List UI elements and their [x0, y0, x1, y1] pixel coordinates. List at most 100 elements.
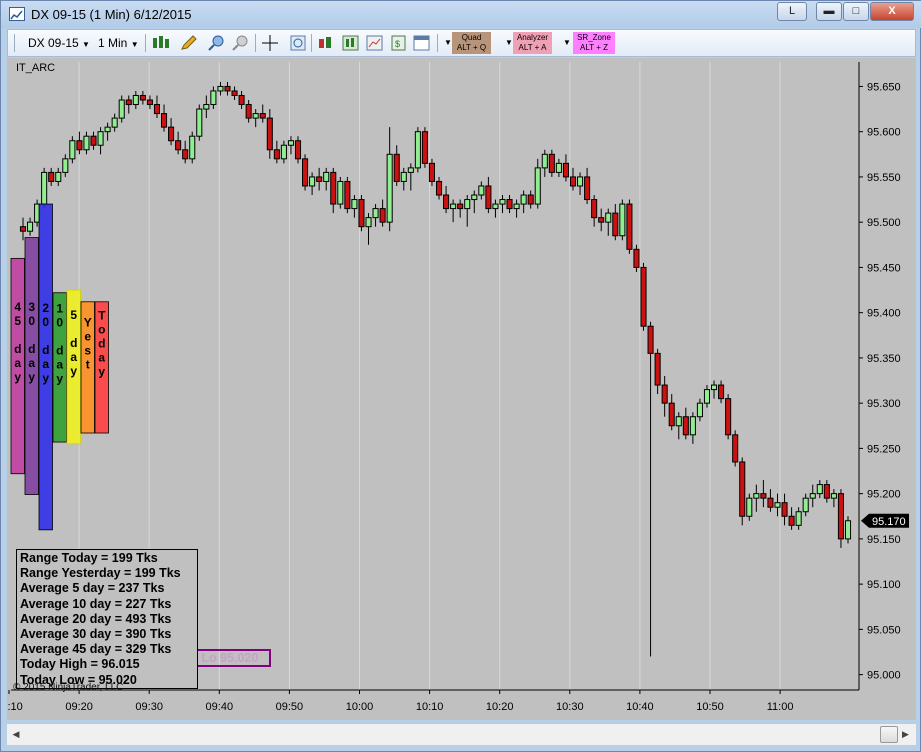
- range-bar-label: a: [28, 356, 35, 370]
- candle-body: [591, 199, 598, 219]
- candle-body: [302, 158, 309, 187]
- candle-body: [464, 199, 471, 210]
- candle: [337, 176, 344, 209]
- range-bar-label: Y: [84, 315, 92, 329]
- stat-average-10-day: Average 10 day = 227 Tks: [20, 596, 172, 611]
- candle: [626, 199, 633, 254]
- candle-body: [407, 167, 414, 173]
- sr-zone-key: ALT + Z: [580, 43, 608, 52]
- chart-panel[interactable]: 09:10 09:20 09:30 09:40 09:50 10:00 10:10 10:20…: [7, 58, 916, 720]
- candle-body: [506, 199, 513, 210]
- y-tick-label: 95.350: [867, 353, 901, 365]
- minimize-button[interactable]: ▬: [816, 2, 842, 21]
- y-tick-label: 95.150: [867, 534, 901, 546]
- scrollbar-thumb[interactable]: [880, 726, 898, 743]
- close-button[interactable]: X: [870, 2, 914, 21]
- candle-body: [788, 515, 795, 526]
- instrument-selector[interactable]: DX 09-15 ▼: [28, 33, 98, 53]
- maximize-button[interactable]: □: [843, 2, 869, 21]
- range-bar: Yest: [80, 301, 95, 434]
- range-bar-label: 1: [56, 301, 63, 315]
- candle: [344, 176, 351, 214]
- candle: [421, 127, 428, 168]
- y-tick-label: 95.250: [867, 443, 901, 455]
- candle-body: [802, 497, 809, 513]
- crosshair-icon[interactable]: [262, 35, 278, 51]
- candle-body: [485, 185, 492, 210]
- scroll-right-icon[interactable]: ▶: [902, 727, 914, 741]
- range-bar-label: a: [70, 350, 77, 364]
- candle-body: [795, 511, 802, 526]
- title-bar[interactable]: DX 09-15 (1 Min) 6/12/2015 L ▬ □ X: [1, 1, 921, 28]
- toolbar-separator: [437, 34, 438, 52]
- y-tick-label: 95.300: [867, 398, 901, 410]
- scroll-left-icon[interactable]: ◀: [9, 727, 23, 741]
- candle: [41, 167, 48, 209]
- candle-body: [421, 131, 428, 164]
- zoom-out-icon[interactable]: [232, 35, 248, 51]
- candle-body: [111, 117, 118, 128]
- y-tick-label: 95.100: [867, 579, 901, 591]
- candle-body: [76, 140, 83, 151]
- range-stats-box: Range Today = 199 Tks Range Yesterday = …: [16, 549, 198, 689]
- candle-body: [457, 203, 464, 210]
- candle-body: [450, 203, 457, 210]
- candle-body: [760, 493, 767, 499]
- candle: [414, 127, 421, 173]
- indicators-icon[interactable]: [318, 35, 334, 51]
- candle-body: [443, 194, 450, 210]
- chevron-down-icon[interactable]: ▼: [563, 33, 573, 53]
- sr-zone-hotkey-button[interactable]: SR_Zone ALT + Z: [573, 32, 615, 54]
- candle-body: [393, 153, 400, 182]
- candle-body: [344, 180, 351, 210]
- candle-body: [435, 180, 443, 196]
- candle-body: [294, 140, 302, 160]
- horizontal-scrollbar[interactable]: ◀ ▶: [7, 723, 916, 745]
- interval-selector[interactable]: 1 Min ▼: [98, 33, 148, 53]
- candle-body: [562, 162, 569, 178]
- candle-body: [732, 434, 739, 463]
- candle-body: [541, 153, 548, 169]
- candle-body: [365, 217, 372, 228]
- magnifier-icon[interactable]: [290, 35, 306, 51]
- x-tick-label: 10:50: [696, 701, 724, 713]
- analyzer-hotkey-button[interactable]: Analyzer ALT + A: [513, 32, 552, 54]
- candle-body: [330, 171, 337, 205]
- zoom-in-icon[interactable]: [208, 35, 224, 51]
- y-tick-label: 95.450: [867, 262, 901, 274]
- candle-body: [104, 126, 111, 133]
- template-icon[interactable]: [413, 35, 430, 51]
- chevron-down-icon: ▼: [82, 40, 90, 49]
- current-price-label: 95.170: [872, 516, 906, 528]
- strategies-icon[interactable]: [342, 35, 359, 51]
- candle-body: [323, 171, 330, 182]
- draw-pencil-icon[interactable]: [180, 35, 197, 51]
- candle-body: [238, 94, 245, 106]
- restore-button[interactable]: L: [777, 2, 807, 21]
- candle-body: [372, 208, 379, 219]
- chevron-down-icon: ▼: [130, 40, 139, 49]
- x-tick-label: 11:00: [767, 701, 794, 713]
- interval-label: 1 Min: [98, 36, 128, 50]
- svg-text:$: $: [395, 39, 400, 49]
- bar-type-icon[interactable]: [151, 35, 169, 51]
- range-bar: 30 day: [24, 237, 39, 495]
- candle: [837, 489, 844, 548]
- candle-body: [400, 171, 407, 182]
- data-box-icon[interactable]: $: [390, 35, 406, 51]
- chart-properties-icon[interactable]: [366, 35, 383, 51]
- candle-body: [753, 493, 760, 499]
- candle-body: [118, 99, 125, 119]
- analyzer-key: ALT + A: [518, 43, 547, 52]
- candle-body: [62, 158, 69, 173]
- candle-body: [252, 113, 259, 119]
- stat-average-5-day: Average 5 day = 237 Tks: [20, 581, 165, 596]
- range-bar: 45 day: [10, 257, 25, 475]
- range-bar-label: 0: [28, 314, 35, 328]
- quad-hotkey-button[interactable]: Quad ALT + Q: [452, 32, 491, 54]
- stat-average-20-day: Average 20 day = 493 Tks: [20, 611, 172, 626]
- candle-body: [27, 221, 34, 232]
- stat-average-45-day: Average 45 day = 329 Tks: [20, 642, 172, 657]
- candle-body: [823, 484, 830, 499]
- candle-body: [83, 135, 90, 151]
